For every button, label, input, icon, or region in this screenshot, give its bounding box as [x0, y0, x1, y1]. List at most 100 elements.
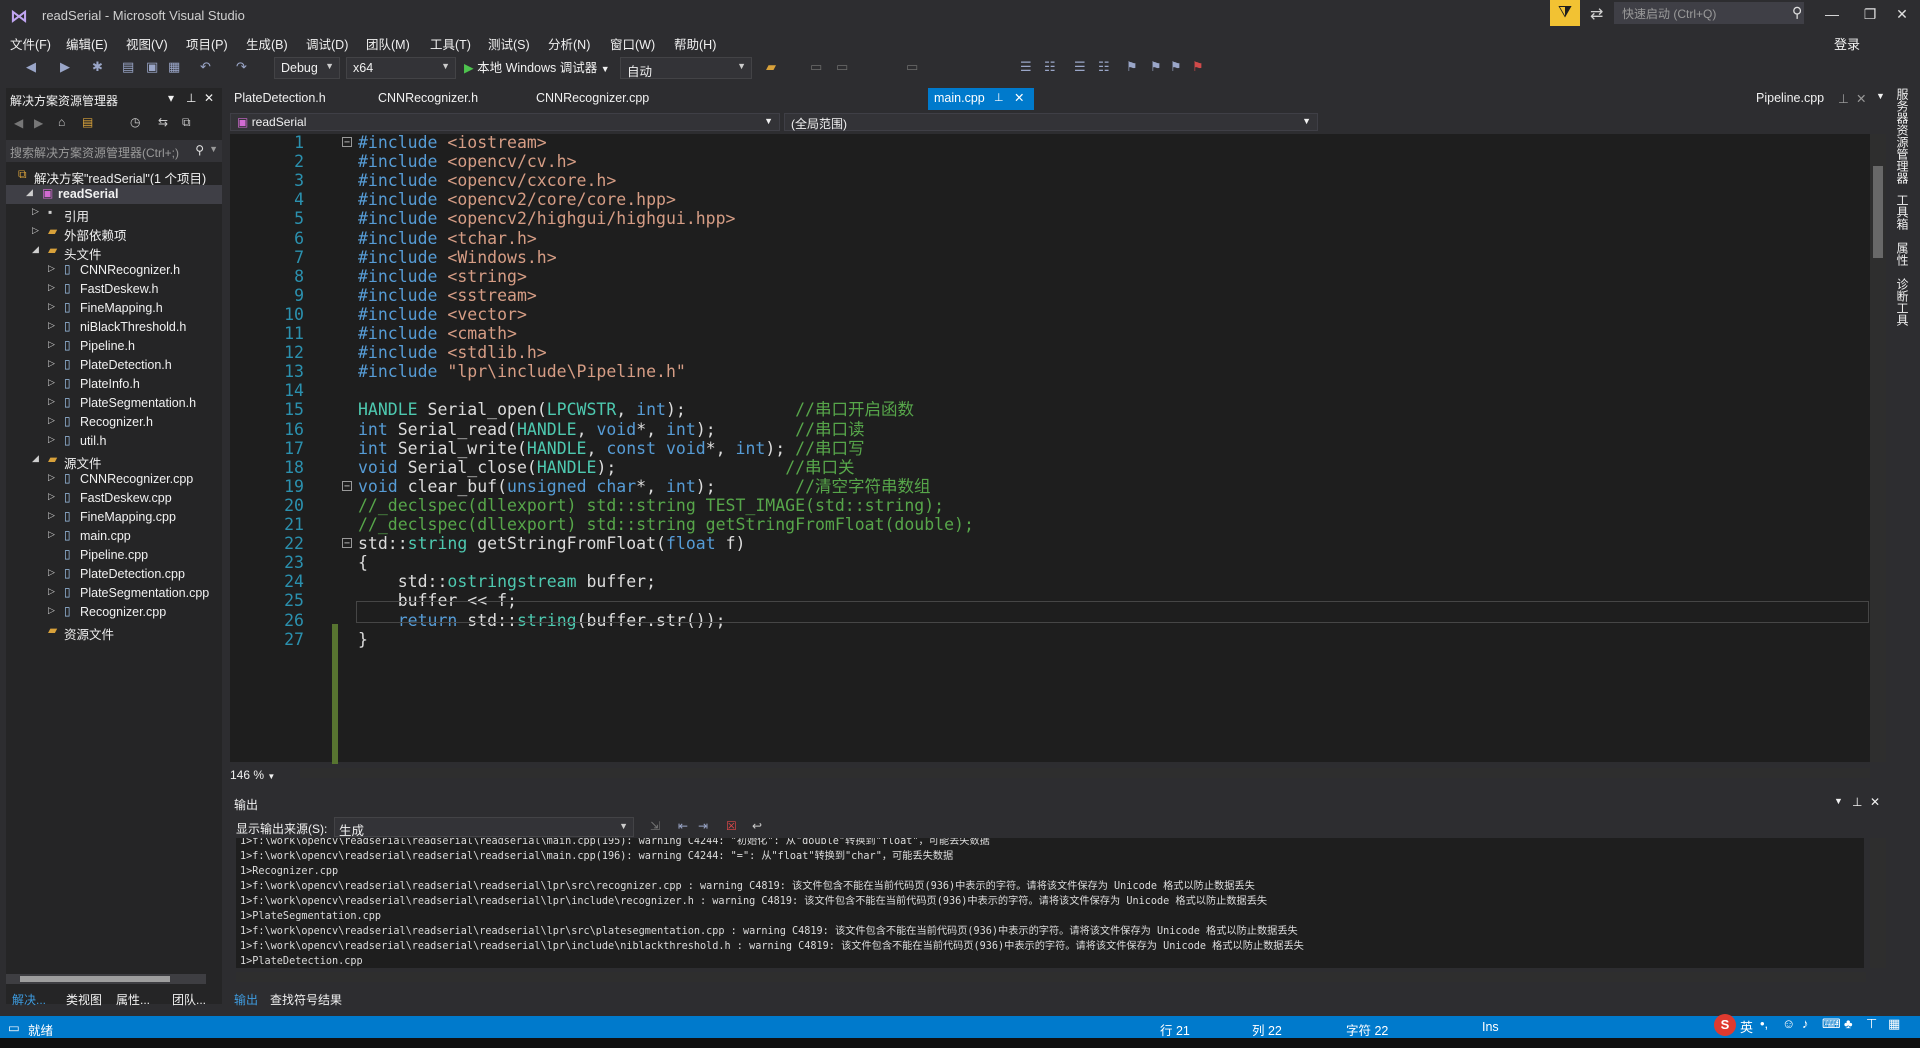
- quick-launch-input[interactable]: 快速启动 (Ctrl+Q): [1614, 2, 1804, 24]
- tree-item[interactable]: ▷ ▯ FineMapping.cpp: [6, 508, 222, 527]
- zoom-select[interactable]: 146 % ▼: [230, 768, 275, 782]
- solution-search-input[interactable]: 搜索解决方案资源管理器(Ctrl+;) ⚲ ▼: [6, 140, 222, 162]
- code-line[interactable]: 13 #include "lpr\include\Pipeline.h": [230, 362, 1870, 381]
- collapsed-arrow-icon[interactable]: ▷: [32, 206, 39, 217]
- tree-item[interactable]: ▷ ▯ FastDeskew.cpp: [6, 489, 222, 508]
- collapsed-arrow-icon[interactable]: ▷: [48, 567, 55, 578]
- search-icon[interactable]: ⚲: [1792, 4, 1802, 21]
- tree-item[interactable]: ▷ ▯ PlateSegmentation.cpp: [6, 584, 222, 603]
- prev-message-icon[interactable]: ⇤: [678, 819, 688, 833]
- back-icon[interactable]: ◀: [26, 59, 36, 75]
- pending-changes-icon[interactable]: ◷: [130, 115, 140, 129]
- debugger-mode-select[interactable]: 自动 ▼: [620, 57, 752, 79]
- solution-configuration-select[interactable]: Debug ▼: [274, 57, 340, 79]
- code-line[interactable]: 18 void Serial_close(HANDLE); //串口关: [230, 458, 1870, 477]
- code-line[interactable]: 12 #include <stdlib.h>: [230, 343, 1870, 362]
- comment-icon[interactable]: ☷: [1044, 59, 1056, 75]
- tab-cnnrecognizer-cpp[interactable]: CNNRecognizer.cpp: [536, 91, 649, 105]
- pin-icon[interactable]: ⊥: [186, 91, 196, 105]
- output-horizontal-scrollbar[interactable]: [236, 972, 1866, 982]
- tab-pipeline-cpp[interactable]: Pipeline.cpp: [1756, 91, 1824, 105]
- code-line[interactable]: 22 − std::string getStringFromFloat(float …: [230, 534, 1870, 553]
- project-scope-select[interactable]: ▣ readSerial ▼: [230, 113, 780, 131]
- code-line[interactable]: 4 #include <opencv2/core/core.hpp>: [230, 190, 1870, 209]
- uncomment-icon[interactable]: ☷: [1098, 59, 1110, 75]
- keyboard-icon[interactable]: ⌨: [1822, 1016, 1841, 1032]
- collapsed-arrow-icon[interactable]: ▷: [48, 472, 55, 483]
- tree-item[interactable]: ▷ ▯ FineMapping.h: [6, 299, 222, 318]
- code-line[interactable]: 14: [230, 381, 1870, 400]
- indent-icon[interactable]: ☰: [1020, 59, 1032, 75]
- clear-bookmarks-icon[interactable]: ⚑: [1192, 59, 1204, 75]
- tree-item[interactable]: ▷ ▯ util.h: [6, 432, 222, 451]
- collapsed-arrow-icon[interactable]: ▷: [48, 377, 55, 388]
- pin-icon[interactable]: ⊥: [1852, 795, 1862, 809]
- code-line[interactable]: 1 − #include <iostream>: [230, 134, 1870, 152]
- window-position-icon[interactable]: ▾: [168, 91, 174, 105]
- find-message-icon[interactable]: ⇲: [650, 819, 660, 833]
- notification-filter-icon[interactable]: ⧩: [1550, 0, 1580, 26]
- tab-output[interactable]: 输出: [234, 991, 258, 1008]
- feedback-icon[interactable]: ⇄: [1590, 4, 1603, 24]
- next-message-icon[interactable]: ⇥: [698, 819, 708, 833]
- emoji-icon[interactable]: ☺: [1782, 1016, 1795, 1031]
- tab-class-view[interactable]: 类视图: [66, 991, 102, 1008]
- tree-item[interactable]: ▷ ▯ Recognizer.h: [6, 413, 222, 432]
- next-bookmark-icon[interactable]: ⚑: [1170, 59, 1182, 75]
- tree-item[interactable]: ◢ ▣ readSerial: [6, 185, 222, 204]
- tree-item[interactable]: ▷ ▯ PlateInfo.h: [6, 375, 222, 394]
- tab-diagnostic-tools[interactable]: 诊断工具: [1894, 278, 1911, 326]
- code-line[interactable]: 17 int Serial_write(HANDLE, const void*, …: [230, 439, 1870, 458]
- code-editor[interactable]: 1− #include <iostream> 2 #include <opencv/c…: [230, 134, 1870, 762]
- code-line[interactable]: 3 #include <opencv/cxcore.h>: [230, 171, 1870, 190]
- collapse-icon[interactable]: −: [342, 480, 352, 491]
- window-position-icon[interactable]: ▼: [1834, 796, 1843, 806]
- pin-icon[interactable]: ⊥: [1838, 91, 1849, 106]
- menu-test[interactable]: 测试(S): [488, 34, 530, 53]
- tree-item[interactable]: ▷ ▯ Pipeline.h: [6, 337, 222, 356]
- tree-item[interactable]: ▷ ▯ PlateSegmentation.h: [6, 394, 222, 413]
- tab-main-cpp[interactable]: main.cpp ⊥ ✕: [928, 88, 1034, 110]
- sync-icon[interactable]: ⇆: [158, 115, 168, 129]
- collapsed-arrow-icon[interactable]: ▷: [48, 263, 55, 274]
- maximize-button[interactable]: ❐: [1856, 2, 1884, 26]
- tab-solution-explorer[interactable]: 解决...: [12, 991, 46, 1008]
- output-text-area[interactable]: 1>f:\work\opencv\readserial\readserial\r…: [236, 838, 1864, 968]
- tree-item[interactable]: ▷ ▰ 外部依赖项: [6, 223, 222, 242]
- minimize-button[interactable]: —: [1818, 2, 1846, 26]
- menu-help[interactable]: 帮助(H): [674, 34, 716, 53]
- collapsed-arrow-icon[interactable]: ▷: [48, 396, 55, 407]
- collapsed-arrow-icon[interactable]: ▷: [48, 605, 55, 616]
- collapsed-arrow-icon[interactable]: ▷: [48, 415, 55, 426]
- prev-bookmark-icon[interactable]: ⚑: [1150, 59, 1162, 75]
- collapse-all-icon[interactable]: ⧉: [182, 115, 191, 130]
- tree-item[interactable]: ◢ ▰ 头文件: [6, 242, 222, 261]
- output-source-select[interactable]: 生成 ▼: [334, 817, 634, 838]
- start-debugging-button[interactable]: ▶ 本地 Windows 调试器 ▼: [464, 57, 610, 76]
- expanded-arrow-icon[interactable]: ◢: [32, 244, 39, 255]
- switch-views-icon[interactable]: ▤: [82, 115, 93, 129]
- menu-debug[interactable]: 调试(D): [306, 34, 348, 53]
- code-line[interactable]: 9 #include <sstream>: [230, 286, 1870, 305]
- tree-item[interactable]: ⧉ 解决方案"readSerial"(1 个项目): [6, 166, 222, 185]
- sogou-ime-icon[interactable]: S: [1714, 1014, 1736, 1036]
- tree-item[interactable]: ▷ ▯ niBlackThreshold.h: [6, 318, 222, 337]
- menu-team[interactable]: 团队(M): [366, 34, 410, 53]
- code-line[interactable]: 16 int Serial_read(HANDLE, void*, int); /…: [230, 420, 1870, 439]
- menu-window[interactable]: 窗口(W): [610, 34, 655, 53]
- tree-item[interactable]: ▷ ▯ CNNRecognizer.h: [6, 261, 222, 280]
- collapsed-arrow-icon[interactable]: ▷: [48, 339, 55, 350]
- code-line[interactable]: 6 #include <tchar.h>: [230, 229, 1870, 248]
- collapsed-arrow-icon[interactable]: ▷: [48, 320, 55, 331]
- collapsed-arrow-icon[interactable]: ▷: [48, 510, 55, 521]
- expanded-arrow-icon[interactable]: ◢: [32, 453, 39, 464]
- chevron-down-icon[interactable]: ▼: [209, 144, 218, 154]
- menu-analyze[interactable]: 分析(N): [548, 34, 590, 53]
- close-icon[interactable]: ✕: [1870, 795, 1880, 809]
- menu-view[interactable]: 视图(V): [126, 34, 168, 53]
- tab-server-explorer[interactable]: 服务器资源管理器: [1894, 88, 1911, 184]
- attach-process-icon[interactable]: ▰: [766, 59, 776, 75]
- editor-horizontal-scrollbar[interactable]: [300, 768, 1870, 778]
- code-line[interactable]: 8 #include <string>: [230, 267, 1870, 286]
- tab-cnnrecognizer-h[interactable]: CNNRecognizer.h: [378, 91, 478, 105]
